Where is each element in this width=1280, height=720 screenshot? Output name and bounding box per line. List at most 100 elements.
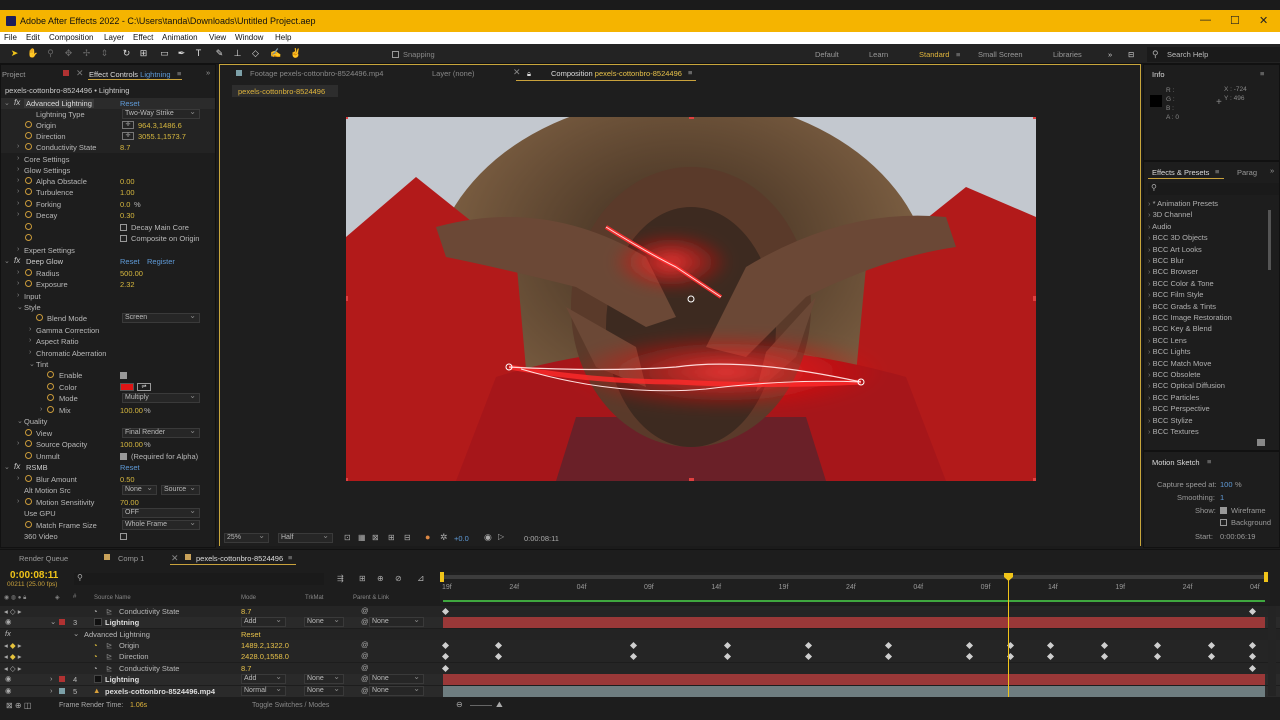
- keyframe-marker[interactable]: [1153, 652, 1162, 661]
- alt-motion-source-select[interactable]: Source: [161, 484, 200, 495]
- capture-speed-value[interactable]: 100: [1220, 480, 1233, 489]
- effects-category-item[interactable]: › BCC 3D Objects: [1148, 233, 1208, 242]
- layer-name[interactable]: Lightning: [105, 618, 139, 627]
- prop-value[interactable]: 2428.0,1558.0: [241, 652, 289, 661]
- composition-lock-icon[interactable]: 🔒︎: [527, 69, 531, 79]
- bounding-handle[interactable]: [346, 117, 348, 119]
- prop-value[interactable]: 70.00: [120, 498, 139, 507]
- effects-category-item[interactable]: › BCC Perspective: [1148, 404, 1210, 413]
- reset-link[interactable]: Reset: [120, 99, 140, 108]
- menu-edit[interactable]: Edit: [26, 33, 40, 42]
- dolly-tool-icon[interactable]: ⇕: [99, 48, 110, 59]
- stopwatch-icon[interactable]: [25, 200, 32, 207]
- keyframe-marker[interactable]: [965, 652, 974, 661]
- reset-link[interactable]: Reset: [120, 257, 140, 266]
- pen-tool-icon[interactable]: ✒: [176, 48, 187, 59]
- comp-mini-flowchart-icon[interactable]: ⇶: [337, 574, 344, 583]
- pickwhip-icon[interactable]: @: [361, 617, 369, 626]
- panel-expand-icon[interactable]: »: [206, 68, 210, 77]
- reset-link[interactable]: Reset: [241, 630, 261, 639]
- keyframe-marker[interactable]: [1046, 652, 1055, 661]
- effects-category-item[interactable]: › Audio: [1148, 222, 1171, 231]
- visibility-eye-icon[interactable]: ◉: [5, 686, 12, 695]
- alt-motion-layer-select[interactable]: None: [122, 484, 157, 495]
- new-folder-icon[interactable]: [1257, 439, 1265, 446]
- pan-behind-tool-icon[interactable]: ⊞: [138, 48, 149, 59]
- prop-value[interactable]: 1489.2,1322.0: [241, 641, 289, 650]
- menu-layer[interactable]: Layer: [104, 33, 124, 42]
- workspace-learn[interactable]: Learn: [869, 50, 888, 59]
- layer-name[interactable]: pexels-cottonbro-8524496.mp4: [105, 687, 215, 696]
- blend-mode-select[interactable]: Add: [241, 673, 286, 684]
- bounding-handle[interactable]: [346, 296, 348, 301]
- search-help-field[interactable]: ⚲ Search Help: [1147, 47, 1280, 62]
- stopwatch-icon[interactable]: [25, 234, 32, 241]
- composite-checkbox[interactable]: [120, 235, 127, 242]
- crosshair-icon[interactable]: ✛: [122, 121, 134, 129]
- bounding-handle[interactable]: [1033, 478, 1036, 481]
- close-icon[interactable]: ✕: [1259, 14, 1268, 27]
- snapping-checkbox[interactable]: [392, 51, 399, 58]
- wireframe-checkbox[interactable]: [1220, 507, 1227, 514]
- prop-value[interactable]: 1.00: [120, 188, 135, 197]
- effects-category-item[interactable]: › BCC Optical Diffusion: [1148, 381, 1225, 390]
- menu-composition[interactable]: Composition: [49, 33, 93, 42]
- work-area-end[interactable]: [1264, 572, 1268, 582]
- stopwatch-icon[interactable]: [25, 452, 32, 459]
- group-glow-settings[interactable]: › Glow Settings: [1, 165, 215, 176]
- group-input[interactable]: › Input: [1, 291, 215, 302]
- use-gpu-select[interactable]: OFF: [122, 507, 200, 518]
- hamburger-icon[interactable]: ≡: [956, 50, 960, 59]
- panel-menu-icon[interactable]: ≡: [288, 553, 292, 562]
- group-expert-settings[interactable]: › Expert Settings: [1, 245, 215, 256]
- comp-navigator-chip[interactable]: pexels-cottonbro-8524496: [232, 85, 338, 97]
- toggle-switches-modes[interactable]: Toggle Switches / Modes: [252, 702, 329, 709]
- stopwatch-icon[interactable]: [47, 383, 54, 390]
- stopwatch-icon[interactable]: [25, 440, 32, 447]
- grid-icon[interactable]: ⊞: [388, 533, 395, 542]
- video360-checkbox[interactable]: [120, 533, 127, 540]
- twirl-icon[interactable]: ⌄: [50, 617, 56, 626]
- more-workspaces-icon[interactable]: »: [1108, 50, 1112, 59]
- keyframe-marker[interactable]: [1153, 641, 1162, 650]
- draft-3d-icon[interactable]: ⊞: [359, 574, 366, 583]
- prop-value[interactable]: 0.00: [120, 177, 135, 186]
- close-tab-icon[interactable]: ✕: [513, 67, 521, 78]
- effects-category-item[interactable]: › BCC Browser: [1148, 267, 1198, 276]
- parent-select[interactable]: None: [369, 685, 424, 696]
- group-chromatic[interactable]: › Chromatic Aberration: [1, 348, 215, 359]
- prop-value[interactable]: 2.32: [120, 280, 135, 289]
- puppet-tool-icon[interactable]: ✌: [290, 48, 301, 59]
- stopwatch-icon[interactable]: [25, 188, 32, 195]
- decay-main-core-checkbox[interactable]: [120, 224, 127, 231]
- effects-category-item[interactable]: › BCC Art Looks: [1148, 245, 1202, 254]
- group-quality[interactable]: ⌄ Quality: [1, 416, 215, 427]
- panel-menu-icon[interactable]: ≡: [1215, 167, 1219, 176]
- pickwhip-icon[interactable]: @: [361, 663, 369, 672]
- track-area[interactable]: [441, 573, 1265, 697]
- rotate-tool-icon[interactable]: ↻: [121, 48, 132, 59]
- shy-layers-icon[interactable]: ⊕: [377, 574, 384, 583]
- menu-effect[interactable]: Effect: [133, 33, 153, 42]
- twirl-icon[interactable]: ⌄: [73, 629, 79, 638]
- layer-bar[interactable]: [443, 686, 1265, 697]
- transparency-grid-icon[interactable]: ▦: [358, 533, 366, 542]
- reset-link[interactable]: Reset: [120, 463, 140, 472]
- eyedropper-icon[interactable]: ⇌: [137, 383, 151, 391]
- keyframe-marker[interactable]: [723, 641, 732, 650]
- match-frame-select[interactable]: Whole Frame: [122, 519, 200, 530]
- blend-mode-select[interactable]: Add: [241, 616, 286, 627]
- stopwatch-icon[interactable]: [25, 177, 32, 184]
- keyframe-nav-icon[interactable]: ◂ ◆ ▸: [4, 652, 22, 661]
- graph-editor-icon[interactable]: ⊿: [417, 573, 425, 584]
- playhead-line[interactable]: [1008, 576, 1009, 697]
- mask-visibility-icon[interactable]: ⊠: [372, 533, 379, 542]
- tab-render-queue[interactable]: Render Queue: [19, 554, 68, 563]
- pickwhip-icon[interactable]: @: [361, 674, 369, 683]
- menu-animation[interactable]: Animation: [162, 33, 198, 42]
- prop-value[interactable]: 100.00: [120, 440, 143, 449]
- brush-tool-icon[interactable]: ✎: [214, 48, 225, 59]
- trkmat-select[interactable]: None: [304, 685, 344, 696]
- parent-select[interactable]: None: [369, 616, 424, 627]
- unmult-checkbox[interactable]: [120, 453, 127, 460]
